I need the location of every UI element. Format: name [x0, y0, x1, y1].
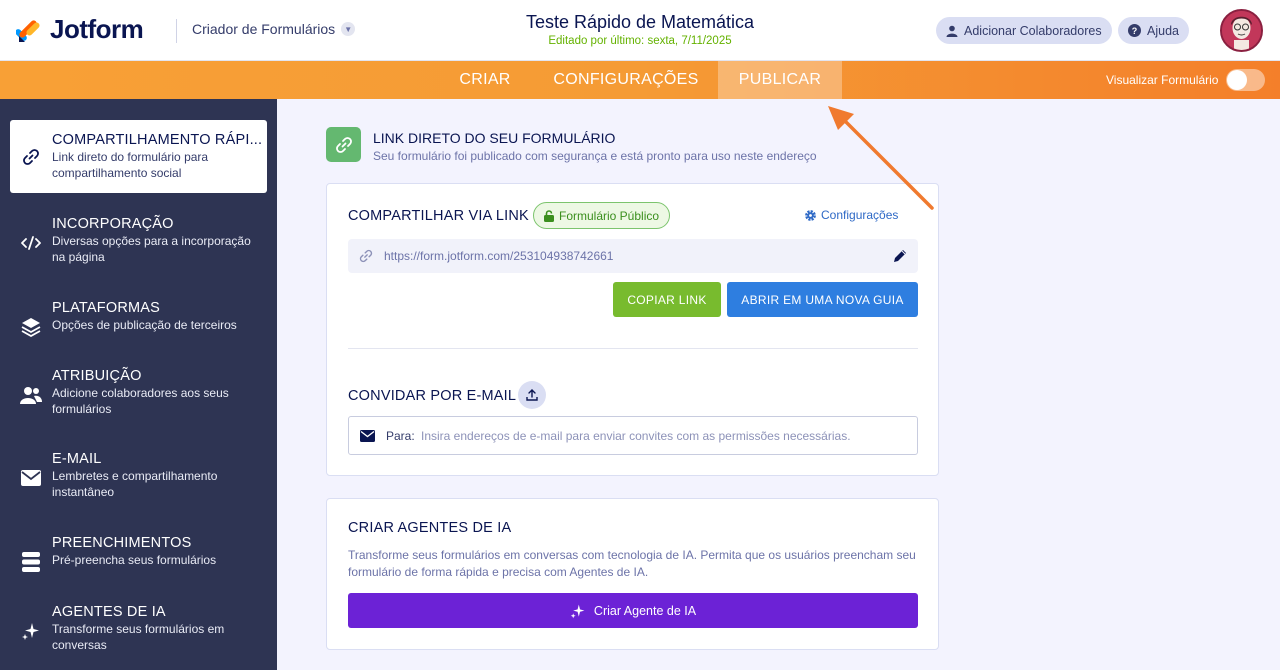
upload-icon[interactable]: [518, 381, 546, 409]
user-icon: [946, 25, 958, 37]
section-subtitle: Seu formulário foi publicado com seguran…: [373, 149, 817, 163]
email-placeholder: Insira endereços de e-mail para enviar c…: [421, 429, 851, 443]
sidebar-item-title: COMPARTILHAMENTO RÁPI...: [52, 132, 263, 148]
form-title-area: Teste Rápido de Matemática Editado por ú…: [440, 12, 840, 47]
share-card: COMPARTILHAR VIA LINK Formulário Público…: [326, 183, 939, 476]
create-ai-agent-button[interactable]: Criar Agente de IA: [348, 593, 918, 628]
add-collaborators-button[interactable]: Adicionar Colaboradores: [936, 17, 1112, 44]
sparkle-icon: [570, 604, 585, 618]
envelope-icon: [20, 467, 42, 489]
last-edited-text: Editado por último: sexta, 7/11/2025: [548, 35, 732, 47]
jotform-logo-icon: [16, 19, 40, 42]
divider: [348, 348, 918, 349]
sidebar-item-desc: Link direto do formulário para compartil…: [52, 150, 209, 180]
share-card-title: COMPARTILHAR VIA LINK: [348, 208, 529, 224]
sidebar-item-email[interactable]: E-MAIL Lembretes e compartilhamento inst…: [10, 451, 267, 500]
chevron-down-icon: ▼: [341, 22, 356, 36]
sparkle-icon: [20, 620, 42, 642]
form-url-text: https://form.jotform.com/253104938742661: [384, 249, 614, 263]
builder-label: Criador de Formulários: [192, 21, 336, 37]
sidebar-item-title: PREENCHIMENTOS: [52, 535, 192, 551]
sidebar: COMPARTILHAMENTO RÁPI... Link direto do …: [0, 99, 277, 670]
gear-icon: [805, 209, 816, 221]
sidebar-item-title: INCORPORAÇÃO: [52, 216, 174, 232]
toggle-knob: [1227, 70, 1247, 90]
email-to-label: Para:: [386, 429, 415, 443]
tab-publicar[interactable]: PUBLICAR: [718, 61, 842, 99]
sidebar-item-title: E-MAIL: [52, 451, 102, 467]
form-title[interactable]: Teste Rápido de Matemática: [440, 12, 840, 33]
logo-text: Jotform: [50, 14, 144, 44]
sidebar-item-desc: Adicione colaboradores aos seus formulár…: [52, 386, 229, 416]
help-label: Ajuda: [1147, 23, 1179, 38]
public-form-badge[interactable]: Formulário Público: [533, 202, 671, 229]
annotation-arrow: [828, 106, 934, 210]
help-button[interactable]: ? Ajuda: [1118, 17, 1189, 44]
svg-text:?: ?: [1132, 26, 1138, 36]
ai-card-title: CRIAR AGENTES DE IA: [348, 520, 512, 536]
avatar[interactable]: [1220, 9, 1263, 52]
sidebar-item-embed[interactable]: INCORPORAÇÃO Diversas opções para a inco…: [10, 216, 267, 265]
lock-icon: [544, 209, 554, 222]
sidebar-item-desc: Diversas opções para a incorporação na p…: [52, 234, 251, 264]
sidebar-item-prefill[interactable]: PREENCHIMENTOS Pré-preencha seus formulá…: [10, 535, 267, 572]
jotform-logo[interactable]: Jotform: [16, 14, 144, 45]
main-nav: CRIAR CONFIGURAÇÕES PUBLICAR Visualizar …: [0, 61, 1280, 99]
tab-configuracoes[interactable]: CONFIGURAÇÕES: [542, 61, 710, 99]
link-icon: [359, 249, 373, 263]
sidebar-item-platforms[interactable]: PLATAFORMAS Opções de publicação de terc…: [10, 300, 267, 337]
database-icon: [20, 551, 42, 573]
preview-form-label: Visualizar Formulário: [1106, 73, 1219, 87]
invite-title: CONVIDAR POR E-MAIL: [348, 388, 517, 404]
link-icon: [326, 127, 361, 162]
preview-toggle[interactable]: [1226, 69, 1265, 91]
help-icon: ?: [1128, 24, 1141, 37]
sidebar-item-desc: Opções de publicação de terceiros: [52, 318, 237, 332]
add-collaborators-label: Adicionar Colaboradores: [964, 23, 1102, 38]
code-icon: [20, 232, 42, 254]
sidebar-item-desc: Pré-preencha seus formulários: [52, 553, 217, 567]
open-new-tab-button[interactable]: ABRIR EM UMA NOVA GUIA: [727, 282, 918, 317]
users-icon: [20, 384, 42, 406]
sidebar-item-ai-agents[interactable]: AGENTES DE IA Transforme seus formulário…: [10, 604, 267, 653]
ai-agents-card: CRIAR AGENTES DE IA Transforme seus form…: [326, 498, 939, 650]
sidebar-item-desc: Transforme seus formulários em conversas: [52, 622, 225, 652]
tab-criar[interactable]: CRIAR: [446, 61, 524, 99]
section-header: LINK DIRETO DO SEU FORMULÁRIO Seu formul…: [326, 127, 817, 163]
create-ai-agent-label: Criar Agente de IA: [593, 603, 697, 618]
email-invite-field[interactable]: Para: Insira endereços de e-mail para en…: [348, 416, 918, 455]
sidebar-item-quick-share[interactable]: COMPARTILHAMENTO RÁPI... Link direto do …: [10, 120, 267, 193]
header-divider: [176, 19, 177, 43]
public-form-badge-label: Formulário Público: [559, 208, 660, 223]
envelope-icon: [360, 430, 375, 442]
sidebar-item-assign[interactable]: ATRIBUIÇÃO Adicione colaboradores aos se…: [10, 368, 267, 417]
ai-card-description: Transforme seus formulários em conversas…: [348, 548, 916, 579]
sidebar-item-title: ATRIBUIÇÃO: [52, 368, 142, 384]
section-header-text: LINK DIRETO DO SEU FORMULÁRIO Seu formul…: [373, 127, 817, 163]
avatar-illustration: [1222, 11, 1261, 50]
sidebar-item-title: PLATAFORMAS: [52, 300, 161, 316]
link-icon: [20, 146, 42, 168]
form-url-field[interactable]: https://form.jotform.com/253104938742661: [348, 239, 918, 273]
sidebar-item-title: AGENTES DE IA: [52, 604, 166, 620]
pencil-icon[interactable]: [893, 249, 907, 263]
sidebar-item-desc: Lembretes e compartilhamento instantâneo: [52, 469, 218, 499]
section-title: LINK DIRETO DO SEU FORMULÁRIO: [373, 130, 616, 146]
copy-link-button[interactable]: COPIAR LINK: [613, 282, 721, 317]
layers-icon: [20, 316, 42, 338]
top-header: Jotform Criador de Formulários ▼ Teste R…: [0, 0, 1280, 61]
builder-dropdown[interactable]: Criador de Formulários ▼: [192, 21, 356, 37]
